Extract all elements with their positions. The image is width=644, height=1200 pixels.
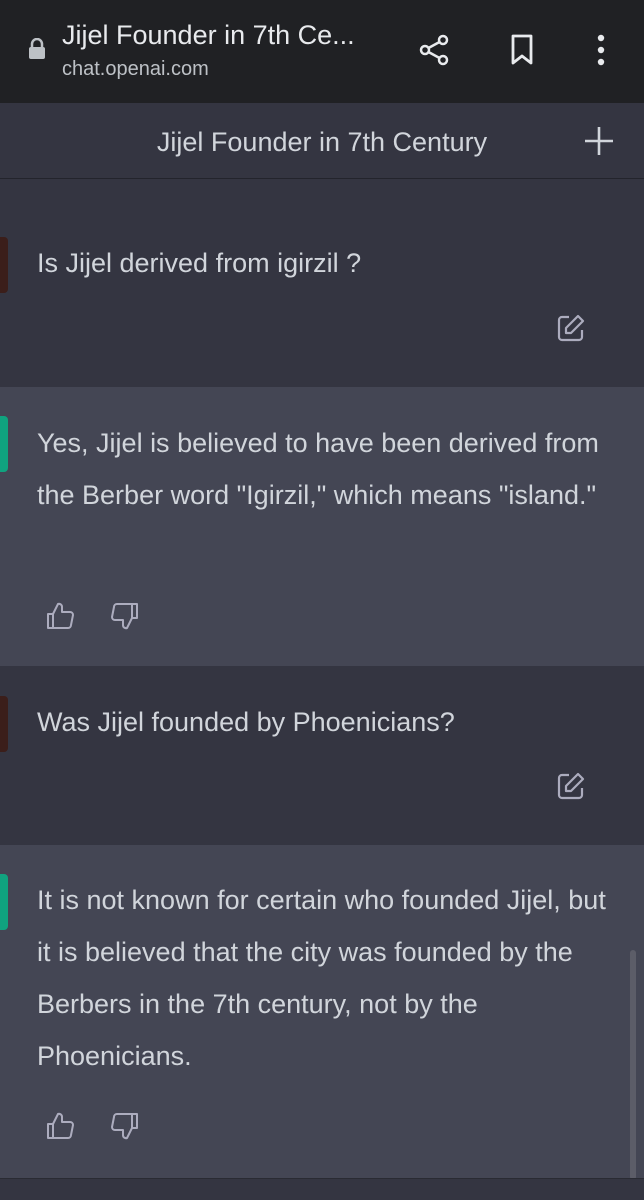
share-icon — [419, 34, 449, 66]
message-text: It is not known for certain who founded … — [37, 885, 606, 1071]
user-message: Was Jijel founded by Phoenicians? — [0, 666, 644, 845]
plus-icon[interactable] — [582, 124, 616, 158]
assistant-message: Yes, Jijel is believed to have been deri… — [0, 387, 644, 666]
thumbs-up-icon[interactable] — [45, 1111, 75, 1141]
chat-spacer — [0, 180, 644, 209]
assistant-avatar — [0, 874, 8, 930]
bookmark-button[interactable] — [502, 30, 542, 70]
more-menu-button[interactable] — [581, 30, 621, 70]
thumbs-down-icon[interactable] — [110, 1111, 140, 1141]
user-avatar — [0, 237, 8, 293]
scrollbar[interactable] — [630, 950, 636, 1180]
message-text: Is Jijel derived from igirzil ? — [37, 248, 362, 278]
assistant-message: It is not known for certain who founded … — [0, 845, 644, 1178]
bottom-strip — [0, 1178, 644, 1200]
more-vert-icon — [597, 34, 605, 66]
message-text: Was Jijel founded by Phoenicians? — [37, 707, 455, 737]
page-title: Jijel Founder in 7th Century — [156, 127, 488, 157]
lock-icon — [29, 38, 45, 59]
browser-toolbar: Jijel Founder in 7th Ce... chat.openai.c… — [0, 0, 644, 103]
thumbs-up-icon[interactable] — [45, 601, 75, 631]
chat-header: Jijel Founder in 7th Century — [0, 103, 644, 179]
edit-icon[interactable] — [556, 771, 586, 801]
url-text[interactable]: chat.openai.com — [62, 58, 209, 81]
assistant-avatar — [0, 416, 8, 472]
share-button[interactable] — [414, 30, 454, 70]
edit-icon[interactable] — [556, 313, 586, 343]
bookmark-icon — [511, 34, 533, 65]
tab-title[interactable]: Jijel Founder in 7th Ce... — [62, 20, 355, 51]
message-text: Yes, Jijel is believed to have been deri… — [37, 428, 599, 510]
user-message: Is Jijel derived from igirzil ? — [0, 209, 644, 387]
thumbs-down-icon[interactable] — [110, 601, 140, 631]
user-avatar — [0, 696, 8, 752]
